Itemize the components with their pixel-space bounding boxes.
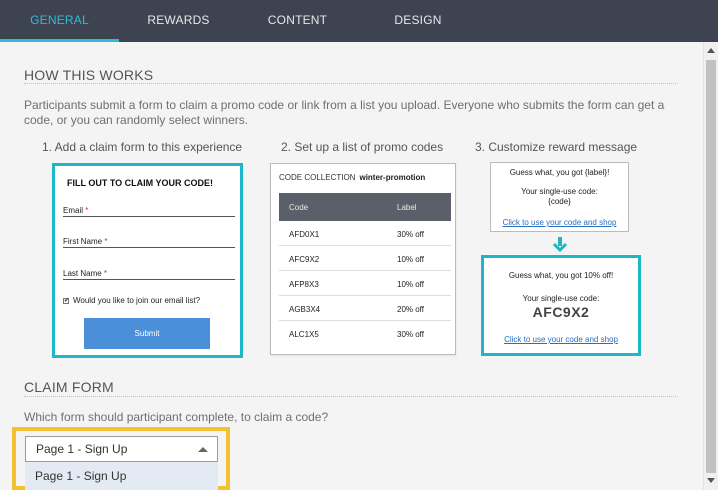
step-3-label: 3. Customize reward message <box>475 140 638 154</box>
reward-code: AFC9X2 <box>532 304 590 320</box>
table-row: AGB3X4 20% off <box>279 296 451 321</box>
dropdown-option[interactable]: Page 1 - Sign Up <box>25 462 218 490</box>
last-name-field-line <box>63 279 235 280</box>
scrollbar-thumb[interactable] <box>706 60 716 473</box>
scroll-up-icon[interactable] <box>707 48 715 53</box>
chevron-up-icon[interactable] <box>198 447 208 452</box>
first-name-field-label: First Name * <box>63 237 108 246</box>
active-tab-indicator <box>0 39 119 42</box>
tab-content[interactable]: CONTENT <box>238 0 357 42</box>
code-collection-preview: CODE COLLECTION winter-promotion Code Lab… <box>270 163 456 355</box>
select-value: Page 1 - Sign Up <box>36 442 128 456</box>
claim-form-heading: CLAIM FORM <box>24 379 114 395</box>
arrow-down-icon <box>552 237 568 253</box>
table-row: AFP8X3 10% off <box>279 271 451 296</box>
first-name-field-line <box>63 247 235 248</box>
form-preview-title: FILL OUT TO CLAIM YOUR CODE! <box>67 178 213 188</box>
vertical-scrollbar[interactable] <box>703 42 718 490</box>
checkbox-label: Would you like to join our email list? <box>73 296 201 305</box>
table-row: AFC9X2 10% off <box>279 246 451 271</box>
claim-form-select[interactable]: Page 1 - Sign Up <box>25 436 218 462</box>
code-collection-heading: CODE COLLECTION winter-promotion <box>279 173 426 182</box>
checkbox-checked-icon: ✔ <box>63 297 70 304</box>
preview-submit-button: Submit <box>84 318 210 349</box>
step-2-label: 2. Set up a list of promo codes <box>281 140 444 154</box>
how-this-works-heading: HOW THIS WORKS <box>24 67 154 83</box>
reward-line-2: Your single-use code: <box>522 294 600 303</box>
claim-form-preview: FILL OUT TO CLAIM YOUR CODE! Email * Fir… <box>52 163 243 358</box>
tab-design[interactable]: DESIGN <box>357 0 479 42</box>
top-tab-bar: GENERAL REWARDS CONTENT DESIGN <box>0 0 718 42</box>
template-line-2: Your single-use code: <box>521 187 598 196</box>
email-field-line <box>63 216 235 217</box>
tab-rewards[interactable]: REWARDS <box>119 0 238 42</box>
email-field-label: Email * <box>63 206 89 215</box>
claim-form-question: Which form should participant complete, … <box>24 410 329 424</box>
code-table-header: Code Label <box>279 193 451 221</box>
how-description: Participants submit a form to claim a pr… <box>24 98 665 127</box>
email-list-checkbox: ✔ Would you like to join our email list? <box>63 296 200 305</box>
code-table: Code Label AFD0X1 30% off AFC9X2 10% off A… <box>279 193 451 346</box>
reward-link: Click to use your code and shop <box>504 335 618 344</box>
scroll-down-icon[interactable] <box>707 478 715 483</box>
column-header-code: Code <box>289 203 309 212</box>
table-row: ALC1X5 30% off <box>289 330 424 339</box>
reward-line-1: Guess what, you got 10% off! <box>508 271 614 280</box>
table-row: AFD0X1 30% off <box>279 221 451 246</box>
code-collection-name: winter-promotion <box>359 173 426 182</box>
section-divider <box>24 396 678 397</box>
section-divider <box>24 83 678 84</box>
template-link: Click to use your code and shop <box>502 218 617 227</box>
template-line-1: Guess what, you got {label}! <box>509 168 610 177</box>
column-header-label: Label <box>397 203 417 212</box>
reward-result-preview: Guess what, you got 10% off! Your single… <box>481 255 641 356</box>
last-name-field-label: Last Name * <box>63 269 108 278</box>
step-1-label: 1. Add a claim form to this experience <box>42 140 243 154</box>
reward-template-preview: Guess what, you got {label}! Your single… <box>490 162 629 232</box>
tab-general[interactable]: GENERAL <box>0 0 119 42</box>
template-line-3: {code} <box>548 197 571 206</box>
